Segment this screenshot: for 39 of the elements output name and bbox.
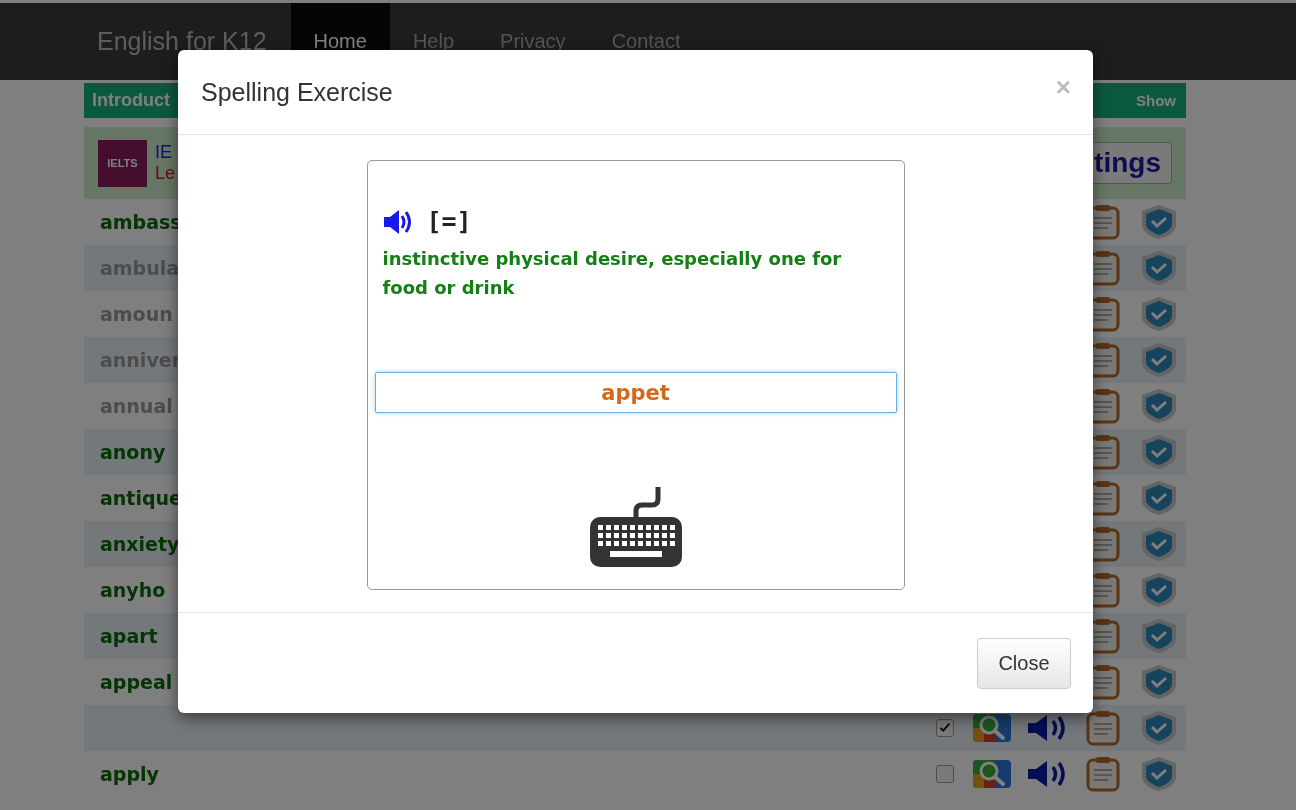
shield-check-icon[interactable] <box>1140 204 1178 240</box>
word-text[interactable]: appeal <box>100 671 173 693</box>
shield-check-icon[interactable] <box>1140 434 1178 470</box>
show-link[interactable]: Show <box>1136 92 1176 109</box>
shield-check-icon[interactable] <box>1140 526 1178 562</box>
site-brand[interactable]: English for K12 <box>97 27 267 56</box>
shield-check-icon[interactable] <box>1140 710 1178 746</box>
word-text[interactable]: apply <box>100 763 159 785</box>
shield-check-icon[interactable] <box>1140 572 1178 608</box>
word-text[interactable]: apart <box>100 625 158 647</box>
shield-check-icon[interactable] <box>1140 618 1178 654</box>
shield-check-icon[interactable] <box>1140 480 1178 516</box>
shield-check-icon[interactable] <box>1140 664 1178 700</box>
shield-check-icon[interactable] <box>1140 342 1178 378</box>
clipboard-icon[interactable] <box>1086 710 1120 746</box>
speaker-icon[interactable] <box>382 208 413 235</box>
word-text[interactable]: anyho <box>100 579 166 601</box>
checkbox[interactable] <box>936 719 954 737</box>
phonetic-text: [=] <box>426 207 472 236</box>
word-text[interactable]: antique <box>100 487 182 509</box>
shield-check-icon[interactable] <box>1140 388 1178 424</box>
word-text[interactable]: anony <box>100 441 166 463</box>
modal-title: Spelling Exercise <box>201 77 393 107</box>
word-text[interactable]: anxiety <box>100 533 180 555</box>
intro-title: Introduct <box>92 90 170 111</box>
shield-check-icon[interactable] <box>1140 756 1178 792</box>
banner-subtitle: Le <box>155 163 177 184</box>
search-icon[interactable] <box>972 713 1012 743</box>
word-text[interactable]: ambass <box>100 211 182 233</box>
definition-text: instinctive physical desire, especially one for food or drink <box>382 247 843 300</box>
clipboard-icon[interactable] <box>1086 756 1120 792</box>
ielts-logo: IELTS <box>98 139 147 187</box>
checkmark-icon <box>938 721 952 735</box>
checkbox[interactable] <box>936 765 954 783</box>
search-icon[interactable] <box>972 759 1012 789</box>
close-button[interactable]: Close <box>977 637 1071 689</box>
shield-check-icon[interactable] <box>1140 296 1178 332</box>
answer-field[interactable]: appet <box>374 372 897 413</box>
shield-check-icon[interactable] <box>1140 250 1178 286</box>
